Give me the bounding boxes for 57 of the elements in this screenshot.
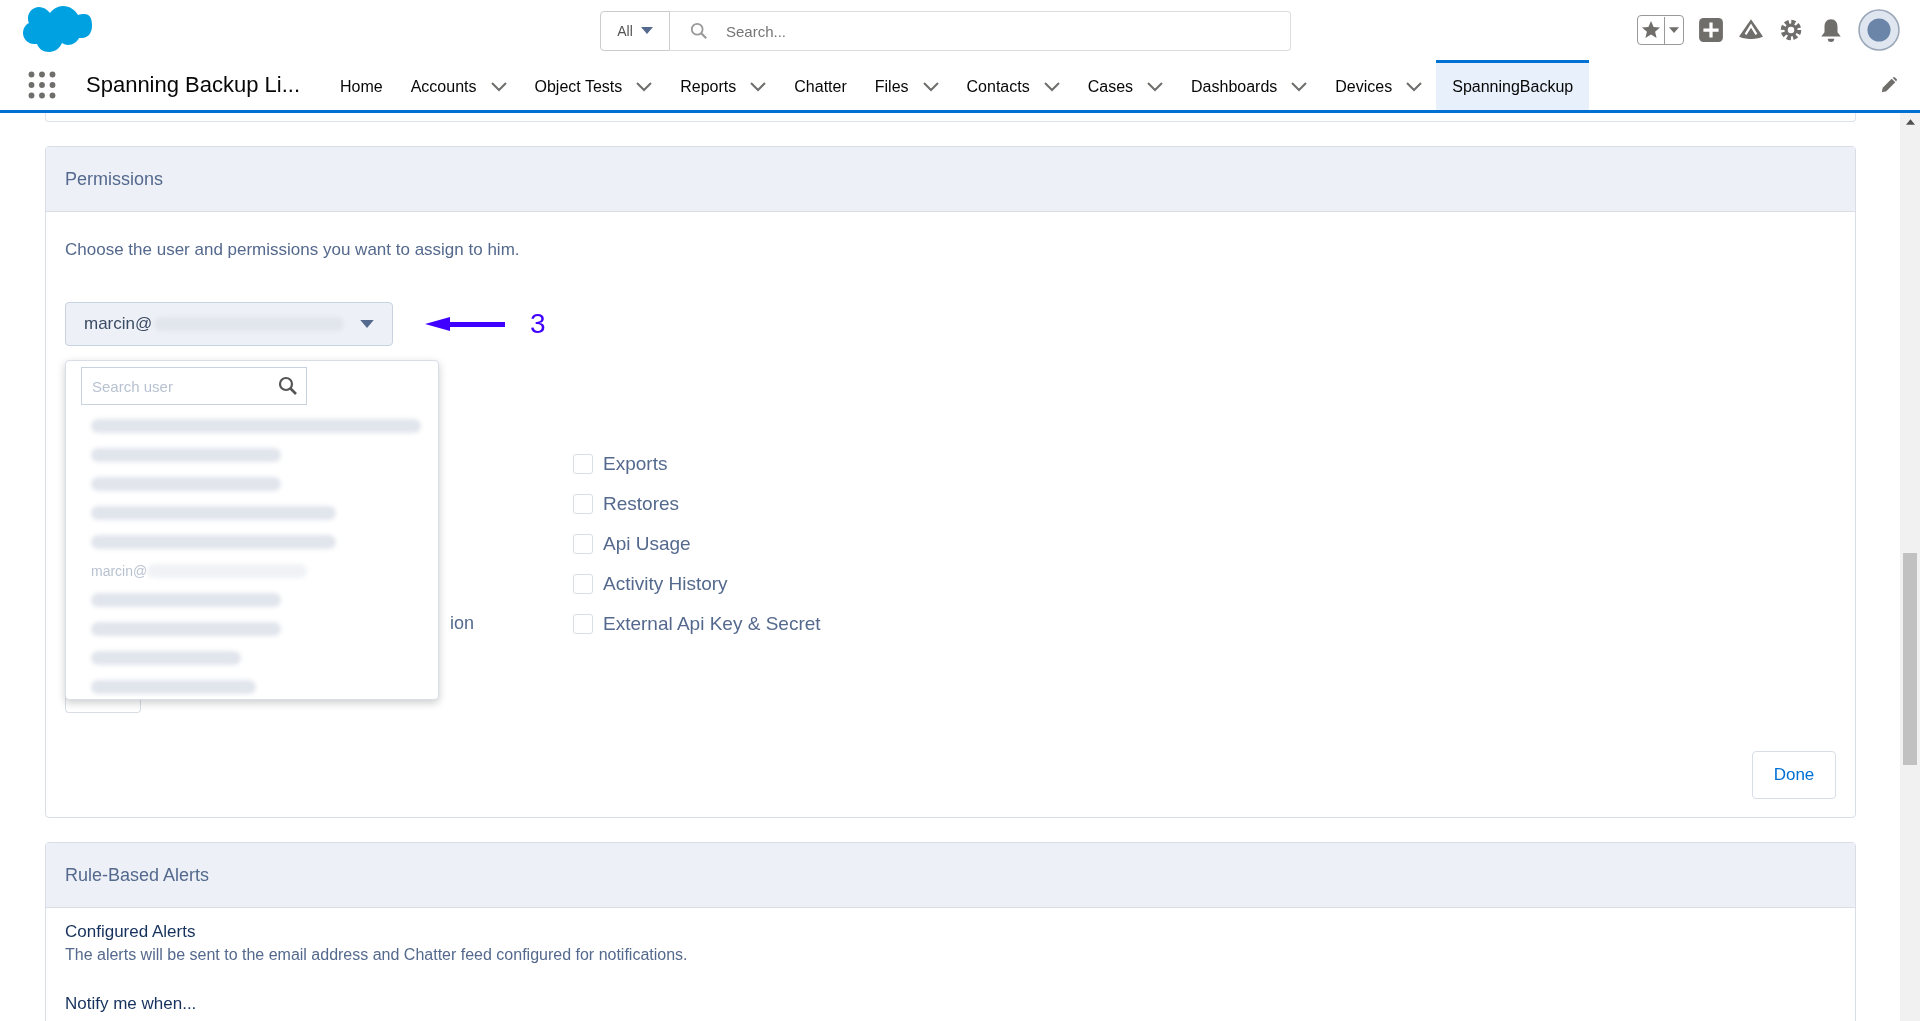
chevron-icon[interactable] xyxy=(636,81,653,92)
plus-icon[interactable] xyxy=(1698,17,1724,43)
permission-label: Api Usage xyxy=(603,533,691,555)
scrollbar[interactable] xyxy=(1900,113,1920,1021)
nav-tab[interactable]: Dashboards xyxy=(1177,60,1322,110)
checkbox[interactable] xyxy=(573,574,593,594)
nav-tab[interactable]: Accounts xyxy=(396,60,521,110)
avatar[interactable] xyxy=(1858,9,1900,51)
nav-tab[interactable]: Home xyxy=(326,60,397,110)
search-icon xyxy=(690,22,708,40)
done-button[interactable]: Done xyxy=(1752,751,1836,799)
notify-label: Notify me when... xyxy=(65,994,198,1014)
chevron-icon[interactable] xyxy=(490,81,507,92)
nav-tab[interactable]: Devices xyxy=(1321,60,1437,110)
permission-label: Restores xyxy=(603,493,680,515)
caret-icon xyxy=(640,27,653,35)
app-launcher-icon[interactable] xyxy=(28,71,56,99)
section-title: Permissions xyxy=(65,168,164,190)
subsection-description: The alerts will be sent to the email address and Chatter feed configured for notifications. xyxy=(65,946,689,964)
app-name: Spanning Backup Li... xyxy=(86,72,302,98)
search-user-box[interactable]: Search user xyxy=(81,367,307,405)
nav-tab[interactable]: Chatter xyxy=(780,60,861,110)
permission-label: Activity History xyxy=(603,573,728,595)
chevron-icon[interactable] xyxy=(1406,81,1423,92)
edit-icon[interactable] xyxy=(1880,76,1898,94)
step-number: 3 xyxy=(530,308,546,340)
nav-tab[interactable]: Files xyxy=(860,60,953,110)
user-select[interactable]: marcin@ xyxy=(65,302,393,346)
nav-tab[interactable]: Cases xyxy=(1073,60,1178,110)
checkbox[interactable] xyxy=(573,454,593,474)
nav-tab[interactable]: SpanningBackup xyxy=(1436,60,1590,110)
nav-tab[interactable]: Reports xyxy=(666,60,781,110)
checkbox[interactable] xyxy=(573,534,593,554)
scroll-up-icon[interactable] xyxy=(1905,119,1915,125)
chevron-icon[interactable] xyxy=(1043,81,1060,92)
chevron-icon[interactable] xyxy=(1291,81,1308,92)
subsection-title: Configured Alerts xyxy=(65,922,197,942)
caret-icon xyxy=(360,319,374,329)
checkbox[interactable] xyxy=(573,494,593,514)
nav-tab[interactable]: Contacts xyxy=(952,60,1074,110)
chevron-icon[interactable] xyxy=(1147,81,1164,92)
settings-icon[interactable] xyxy=(1778,17,1804,43)
section-description: Choose the user and permissions you want to assign to him. xyxy=(65,240,521,260)
permission-label: Exports xyxy=(603,453,668,475)
cloud-logo[interactable] xyxy=(20,5,92,55)
section-title: Rule-Based Alerts xyxy=(65,864,210,886)
checkbox[interactable] xyxy=(573,614,593,634)
chevron-icon[interactable] xyxy=(750,81,767,92)
search-icon xyxy=(278,376,298,396)
permission-label: External Api Key & Secret xyxy=(603,613,821,635)
scrollbar-thumb[interactable] xyxy=(1903,553,1917,765)
nav-tab[interactable]: Object Tests xyxy=(520,60,667,110)
permission-label: ion xyxy=(450,613,476,634)
search-box[interactable]: Search... xyxy=(670,11,1291,51)
chevron-icon[interactable] xyxy=(922,81,939,92)
search-scope-dropdown[interactable]: All xyxy=(600,11,670,51)
bell-icon[interactable] xyxy=(1818,17,1844,43)
